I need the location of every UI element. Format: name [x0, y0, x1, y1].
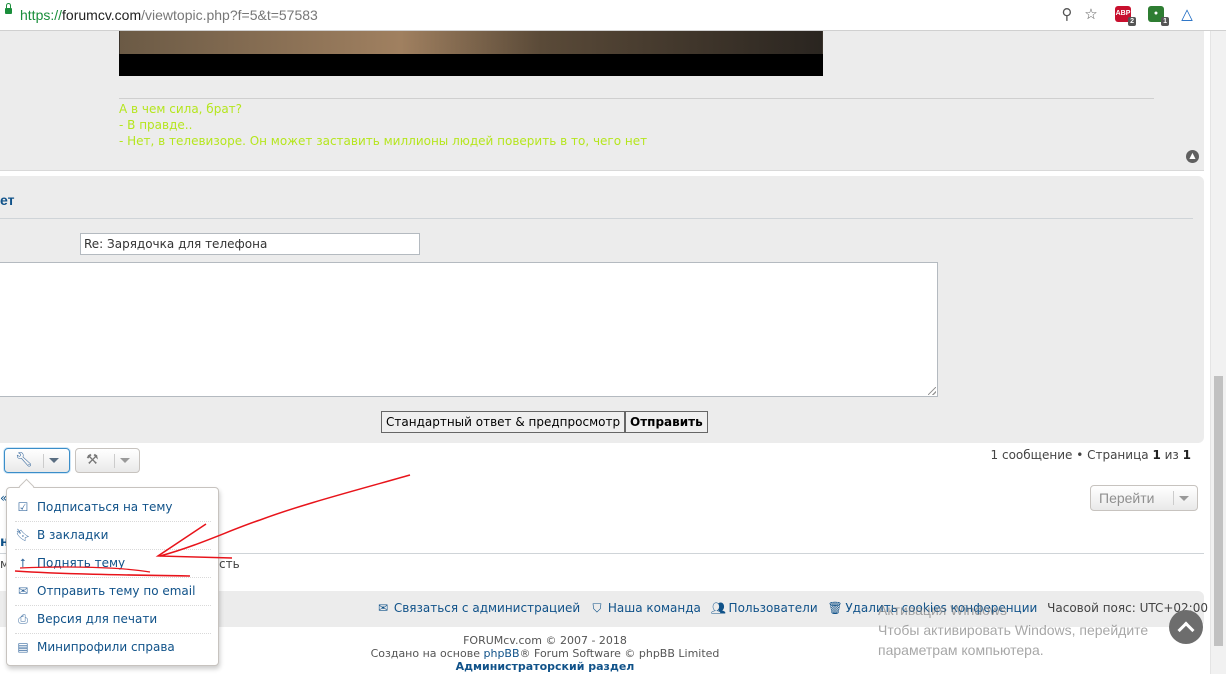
quick-reply-panel: ет Стандартный ответ & предпросмотр Отпр… — [0, 176, 1204, 443]
team-link[interactable]: ⛉ Наша команда — [590, 601, 701, 615]
button-divider — [114, 454, 115, 468]
post-body: А в чем сила, брат? - В правде.. - Нет, … — [0, 31, 1204, 171]
quick-reply-title: ет — [0, 192, 15, 208]
topic-tools-dropdown: ☑ Подписаться на тему 🔖︎ В закладки ⭡ Подня… — [6, 487, 219, 666]
message-textarea[interactable] — [0, 262, 938, 397]
members-label: Пользователи — [728, 601, 818, 615]
members-link[interactable]: 👥︎ Пользователи — [711, 601, 818, 615]
url-path: /viewtopic.php?f=5&t=57583 — [141, 7, 318, 23]
signature-line: - Нет, в телевизоре. Он может заставить … — [119, 134, 648, 148]
zoom-icon[interactable]: ⚲ — [1058, 5, 1076, 23]
envelope-icon: ✉ — [377, 601, 389, 615]
trash-icon: 🗑︎ — [827, 601, 843, 615]
page-scrollbar[interactable] — [1210, 31, 1226, 674]
menu-item-label: Подписаться на тему — [37, 500, 173, 514]
contact-label: Связаться с администрацией — [393, 601, 581, 615]
topic-tools-button[interactable]: 🔧︎ — [4, 448, 70, 473]
submit-button[interactable]: Отправить — [625, 411, 708, 433]
resize-handle-icon[interactable] — [928, 387, 936, 395]
url-field[interactable]: https://forumcv.com/viewtopic.php?f=5&t=… — [20, 7, 318, 23]
menu-item-label: Версия для печати — [37, 612, 158, 626]
quick-reply-divider — [0, 218, 1193, 219]
text-stub: сть — [219, 557, 240, 571]
url-scheme: https:// — [20, 7, 63, 23]
lock-icon — [5, 3, 12, 14]
bump-topic-item[interactable]: ⭡ Поднять тему — [15, 550, 211, 578]
post-count: 1 сообщение — [990, 448, 1073, 462]
arrow-up-icon: ⭡ — [20, 556, 26, 570]
button-divider — [43, 454, 44, 468]
email-topic-item[interactable]: ✉ Отправить тему по email — [15, 578, 211, 606]
video-letterbox — [119, 54, 823, 76]
signature-line: А в чем сила, брат? — [119, 102, 243, 116]
windows-activation-watermark: Активация Windows Чтобы активировать Win… — [878, 600, 1148, 660]
url-host: forumcv.com — [62, 7, 142, 23]
wrench-icon: 🔧︎ — [15, 452, 33, 468]
extension-icon[interactable]: ● 1 — [1148, 6, 1169, 26]
current-page: 1 — [1152, 448, 1161, 462]
back-to-top-icon[interactable]: ▲ — [1186, 150, 1199, 163]
print-icon: ⎙ — [18, 612, 28, 626]
preview-button[interactable]: Стандартный ответ & предпросмотр — [381, 411, 626, 433]
miniprofiles-right-item[interactable]: ▤ Минипрофили справа — [15, 634, 211, 661]
bookmark-icon: 🔖︎ — [15, 528, 31, 542]
bookmark-star-icon[interactable]: ☆ — [1082, 5, 1100, 23]
extension-count: 1 — [1161, 17, 1169, 26]
watermark-line: Чтобы активировать Windows, перейдите — [878, 622, 1149, 638]
powered-by-suffix: ® Forum Software © phpBB Limited — [519, 647, 720, 660]
menu-item-label: Минипрофили справа — [37, 640, 175, 654]
team-label: Наша команда — [607, 601, 701, 615]
browser-address-bar: https://forumcv.com/viewtopic.php?f=5&t=… — [0, 0, 1226, 31]
contact-link[interactable]: ✉ Связаться с администрацией — [376, 601, 580, 615]
menu-item-label: Поднять тему — [37, 556, 126, 570]
phpbb-link[interactable]: phpBB — [483, 647, 519, 660]
shield-icon: ⛉ — [592, 601, 602, 615]
signature-line: - В правде.. — [119, 118, 193, 132]
signature-divider — [119, 98, 1154, 99]
subscribe-topic-item[interactable]: ☑ Подписаться на тему — [15, 494, 211, 522]
chevron-down-icon — [120, 458, 130, 463]
profile-card-icon: ▤ — [17, 640, 29, 654]
adblock-icon[interactable]: ABP 2 — [1115, 6, 1136, 26]
moderator-tools-button[interactable]: ⚒︎ — [75, 448, 140, 473]
bookmark-topic-item[interactable]: 🔖︎ В закладки — [15, 522, 211, 550]
scrollbar-thumb[interactable] — [1214, 376, 1223, 646]
total-pages: 1 — [1182, 448, 1191, 462]
subject-input[interactable] — [80, 233, 420, 255]
jump-to-label: Перейти — [1099, 490, 1155, 506]
envelope-icon: ✉ — [17, 584, 29, 598]
jump-to-button[interactable]: Перейти — [1090, 485, 1198, 511]
scroll-top-fab-icon[interactable] — [1169, 610, 1203, 644]
chevron-down-icon — [49, 458, 59, 463]
signature: А в чем сила, брат? - В правде.. - Нет, … — [119, 101, 647, 149]
delta-extension-icon[interactable]: △ — [1178, 5, 1196, 23]
chevron-down-icon — [1179, 496, 1189, 501]
button-divider — [1173, 491, 1174, 505]
pagination: 1 сообщение • Страница 1 из 1 — [990, 448, 1191, 462]
users-icon: 👥︎ — [710, 601, 726, 615]
print-view-item[interactable]: ⎙ Версия для печати — [15, 606, 211, 634]
page-word: Страница — [1087, 448, 1149, 462]
adblock-count: 2 — [1128, 17, 1136, 26]
video-frame — [120, 31, 822, 55]
watermark-line: параметрам компьютера. — [878, 642, 1044, 658]
menu-item-label: Отправить тему по email — [37, 584, 196, 598]
menu-item-label: В закладки — [37, 528, 109, 542]
powered-by-text: Создано на основе — [370, 647, 484, 660]
of-word: из — [1164, 448, 1179, 462]
watermark-title: Активация Windows — [878, 602, 1008, 618]
gavel-icon: ⚒︎ — [86, 452, 99, 468]
check-square-icon: ☑ — [17, 500, 29, 514]
